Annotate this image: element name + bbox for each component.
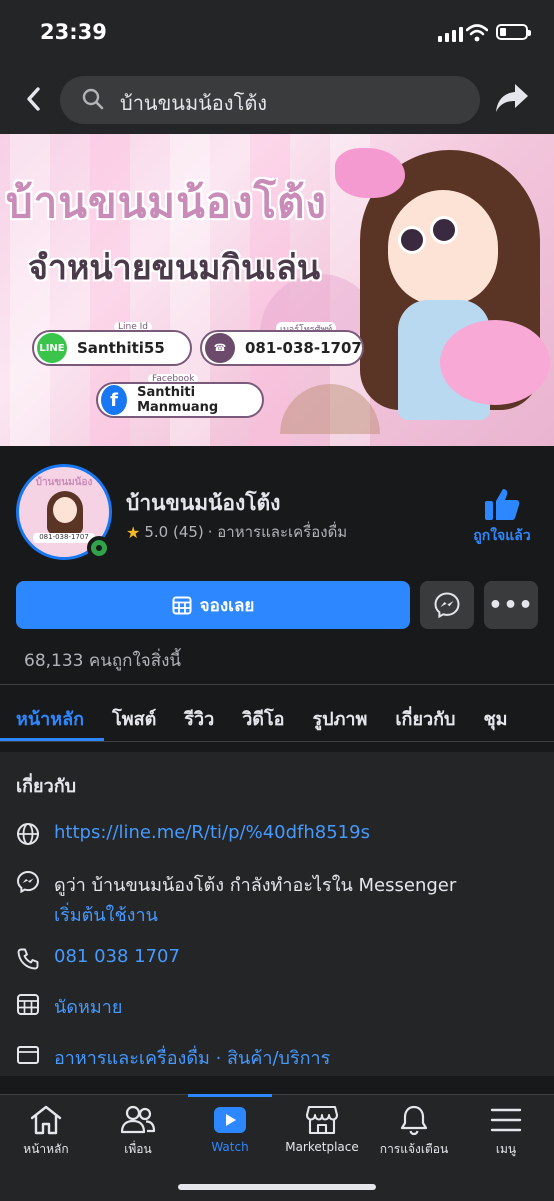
cover-line-pill: LINE Santhiti55 bbox=[32, 330, 192, 366]
facebook-logo-icon: f bbox=[101, 385, 128, 415]
messenger-icon bbox=[16, 870, 40, 894]
star-icon: ★ bbox=[126, 522, 141, 542]
home-indicator bbox=[178, 1184, 376, 1190]
friends-icon bbox=[120, 1105, 156, 1134]
cover-title: บ้านขนมน้องโต้ง bbox=[6, 178, 327, 227]
menu-icon bbox=[490, 1108, 522, 1132]
nav-menu[interactable]: เมนู bbox=[460, 1104, 552, 1159]
nav-home[interactable]: หน้าหลัก bbox=[0, 1104, 92, 1159]
nav-home-label: หน้าหลัก bbox=[23, 1142, 69, 1156]
messenger-text: ดูว่า บ้านขนมน้องโต้ง กำลังทำอะไรใน Mess… bbox=[54, 875, 457, 896]
nav-watch[interactable]: Watch bbox=[184, 1104, 276, 1154]
cover-phone: 081-038-1707 bbox=[245, 339, 362, 357]
tab-posts[interactable]: โพสต์ bbox=[98, 684, 170, 742]
divider bbox=[0, 741, 554, 742]
search-icon bbox=[82, 88, 104, 110]
cover-illustration-bow bbox=[335, 148, 405, 198]
more-icon: ••• bbox=[488, 592, 534, 618]
bell-icon bbox=[400, 1105, 428, 1136]
more-options-button[interactable]: ••• bbox=[484, 581, 538, 629]
cover-phone-pill: ☎ 081-038-1707 bbox=[200, 330, 364, 366]
calendar-icon bbox=[172, 596, 192, 615]
tab-videos[interactable]: วิดีโอ bbox=[228, 684, 298, 742]
back-icon[interactable] bbox=[20, 84, 50, 114]
cover-subtitle: จำหน่ายขนมกินเล่น bbox=[28, 248, 321, 288]
messenger-icon bbox=[434, 592, 460, 618]
phone-link[interactable]: 081 038 1707 bbox=[54, 946, 180, 967]
home-icon bbox=[30, 1105, 62, 1135]
cover-cotton-candy bbox=[440, 320, 550, 405]
cover-line-id: Santhiti55 bbox=[77, 339, 165, 357]
watch-icon bbox=[214, 1107, 246, 1133]
cover-eye-left bbox=[398, 226, 426, 254]
tab-reviews[interactable]: รีวิว bbox=[170, 684, 228, 742]
page-name: บ้านขนมน้องโต้ง bbox=[126, 491, 281, 515]
avatar-phone: 081-038-1707 bbox=[33, 533, 95, 543]
category-links[interactable]: อาหารและเครื่องดื่ม · สินค้า/บริการ bbox=[54, 1043, 330, 1072]
tab-home[interactable]: หน้าหลัก bbox=[0, 684, 98, 742]
tab-photos[interactable]: รูปภาพ bbox=[298, 684, 381, 742]
nav-watch-label: Watch bbox=[211, 1140, 249, 1154]
calendar-icon bbox=[17, 994, 39, 1015]
tab-about[interactable]: เกี่ยวกับ bbox=[381, 684, 469, 742]
thumbs-up-icon bbox=[485, 489, 520, 520]
likes-count: 68,133 คนถูกใจสิ่งนี้ bbox=[24, 651, 182, 671]
about-title: เกี่ยวกับ bbox=[16, 776, 77, 797]
share-icon[interactable] bbox=[495, 82, 529, 114]
phone-handset-icon: ☎ bbox=[205, 333, 235, 363]
cover-facebook-pill: f Santhiti Manmuang bbox=[96, 382, 264, 418]
messenger-button[interactable] bbox=[420, 581, 474, 629]
liked-label: ถูกใจแล้ว bbox=[473, 528, 531, 544]
website-link[interactable]: https://line.me/R/ti/p/%40dfh8519s bbox=[54, 822, 370, 843]
wifi-icon bbox=[466, 24, 488, 42]
book-now-button[interactable]: จองเลย bbox=[16, 581, 410, 629]
liked-button[interactable]: ถูกใจแล้ว bbox=[462, 487, 542, 547]
category-folder-icon bbox=[17, 1046, 39, 1064]
marketplace-icon bbox=[305, 1105, 339, 1135]
nav-active-indicator bbox=[188, 1094, 272, 1097]
page-rating: ★ 5.0 (45) · อาหารและเครื่องดื่ม bbox=[126, 520, 347, 544]
nav-marketplace[interactable]: Marketplace bbox=[276, 1104, 368, 1154]
nav-notifications-label: การแจ้งเตือน bbox=[379, 1142, 449, 1156]
page-tabs: หน้าหลัก โพสต์ รีวิว วิดีโอ รูปภาพ เกี่ย… bbox=[0, 684, 554, 742]
book-now-label: จองเลย bbox=[199, 595, 255, 616]
online-status-dot bbox=[87, 536, 111, 560]
cover-eye-right bbox=[430, 216, 458, 244]
appointment-link[interactable]: นัดหมาย bbox=[54, 992, 122, 1021]
search-query: บ้านขนมน้องโต้ง bbox=[120, 91, 268, 115]
line-logo-icon: LINE bbox=[37, 333, 67, 363]
globe-icon bbox=[17, 823, 39, 845]
cover-facebook-name: Santhiti Manmuang bbox=[137, 385, 219, 415]
nav-friends-label: เพื่อน bbox=[124, 1142, 152, 1156]
avatar-title: บ้านขนมน้องโต้ง bbox=[35, 477, 93, 488]
battery-icon bbox=[496, 24, 531, 40]
rating-value: 5.0 (45) bbox=[144, 523, 204, 541]
signal-icon bbox=[438, 27, 463, 42]
nav-marketplace-label: Marketplace bbox=[285, 1140, 359, 1154]
nav-friends[interactable]: เพื่อน bbox=[92, 1104, 184, 1159]
page-category: · อาหารและเครื่องดื่ม bbox=[207, 523, 348, 541]
nav-menu-label: เมนู bbox=[495, 1142, 517, 1156]
tab-community[interactable]: ชุม bbox=[469, 684, 521, 742]
status-time: 23:39 bbox=[40, 20, 107, 44]
phone-icon bbox=[17, 948, 39, 970]
messenger-start-link[interactable]: เริ่มต้นใช้งาน bbox=[54, 900, 158, 929]
nav-notifications[interactable]: การแจ้งเตือน bbox=[368, 1104, 460, 1159]
